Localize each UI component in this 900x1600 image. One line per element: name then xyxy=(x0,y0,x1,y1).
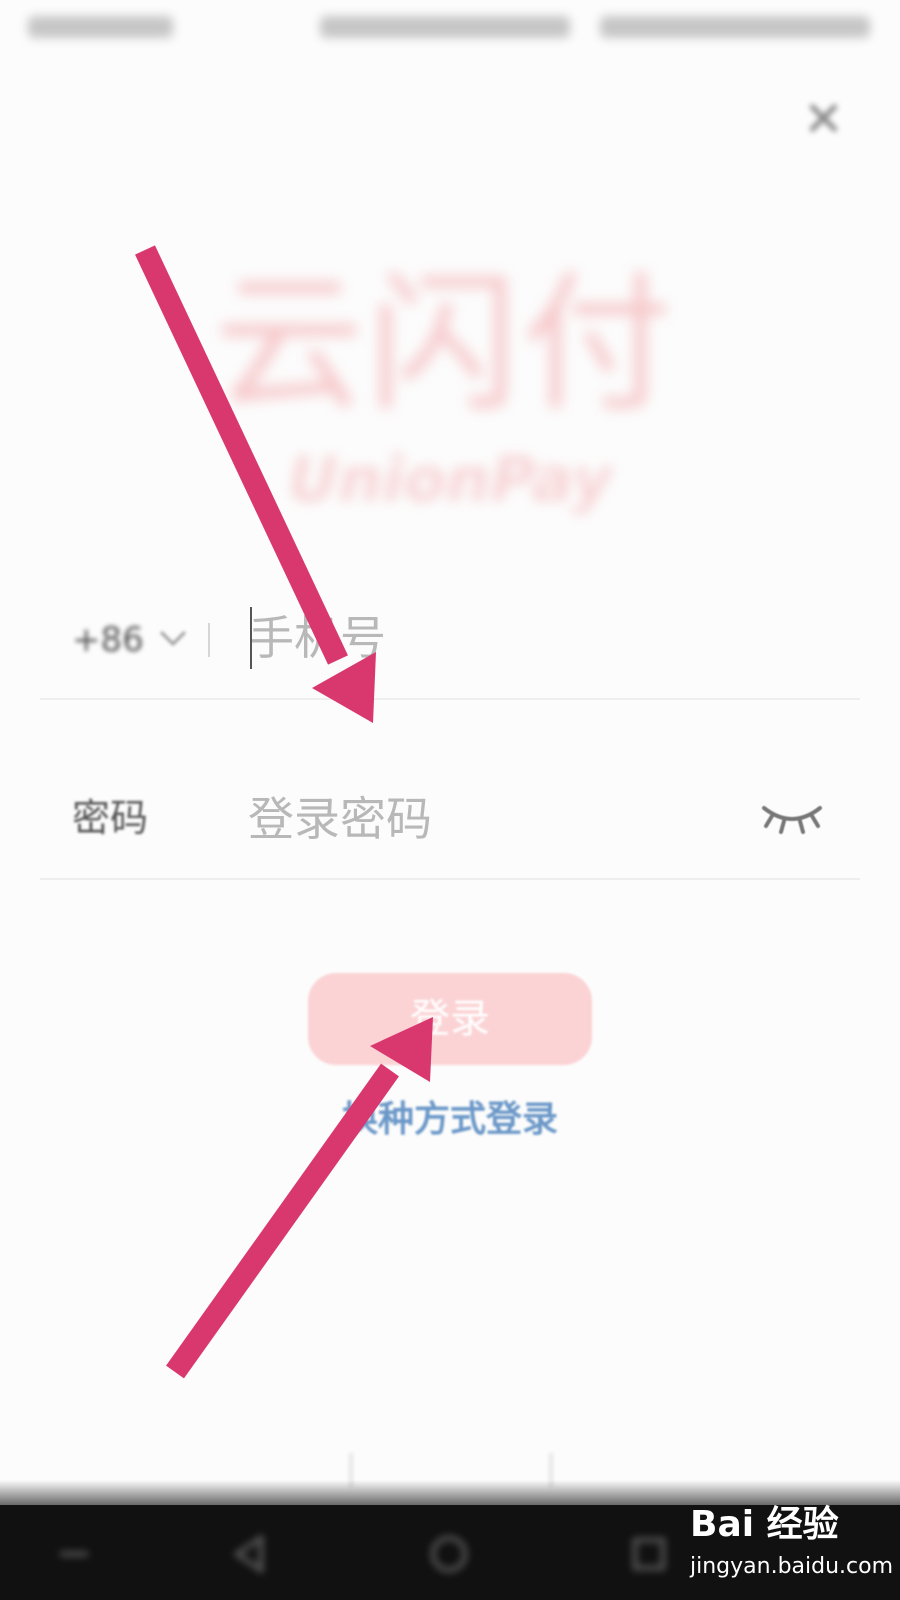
phone-input[interactable] xyxy=(248,603,808,673)
phone-row-divider xyxy=(40,698,860,700)
alternate-login-link[interactable]: 换种方式登录 xyxy=(300,1092,600,1148)
watermark-logo: Bai 经验 xyxy=(690,1504,839,1545)
status-battery-time xyxy=(600,16,870,38)
password-label: 密码 xyxy=(72,796,149,840)
login-button[interactable]: 登录 xyxy=(308,973,592,1065)
arrow-up-icon xyxy=(166,1017,433,1379)
password-row-divider xyxy=(40,878,860,880)
recent-apps-icon[interactable] xyxy=(625,1530,673,1578)
close-icon[interactable] xyxy=(805,100,841,136)
chevron-down-icon[interactable] xyxy=(156,623,190,653)
menu-icon[interactable] xyxy=(50,1530,98,1578)
password-row: 密码 xyxy=(40,760,860,880)
back-icon[interactable] xyxy=(225,1530,273,1578)
app-logo-subtitle: UnionPay xyxy=(287,443,613,516)
status-carrier xyxy=(28,16,173,38)
phone-row: +86 xyxy=(40,585,860,700)
status-bar xyxy=(0,0,900,60)
eye-closed-icon[interactable] xyxy=(760,800,824,836)
app-logo-text: 云闪付 xyxy=(213,258,676,432)
text-cursor xyxy=(250,607,252,669)
password-input[interactable] xyxy=(248,784,728,854)
status-indicators xyxy=(320,16,570,38)
baidu-jingyan-watermark: Bai 经验 jingyan.baidu.com xyxy=(690,1500,894,1600)
country-code-divider xyxy=(208,623,210,657)
login-screen: 云闪付 UnionPay +86 密码 登录 换种方式登录 xyxy=(0,0,900,1600)
home-icon[interactable] xyxy=(425,1530,473,1578)
watermark-url: jingyan.baidu.com xyxy=(690,1554,894,1579)
country-code-selector[interactable]: +86 xyxy=(72,615,144,665)
